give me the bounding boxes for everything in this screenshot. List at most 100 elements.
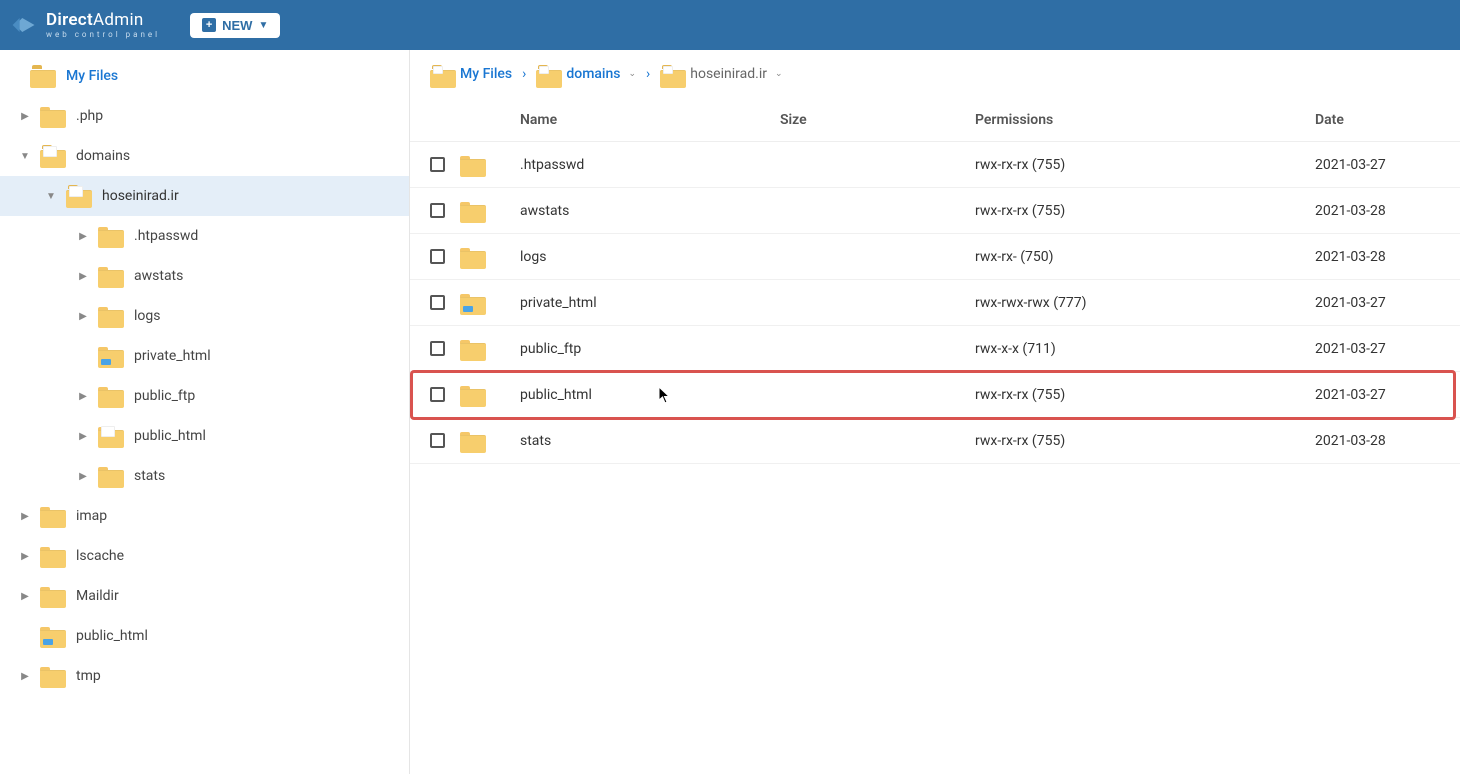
chevron-right-icon[interactable]: ▶ [20, 551, 30, 562]
tree-item--php[interactable]: ▶.php [0, 96, 409, 136]
cell-date: 2021-03-28 [1315, 433, 1440, 449]
file-row-logs[interactable]: logsrwx-rx- (750)2021-03-28 [410, 234, 1460, 280]
cell-date: 2021-03-27 [1315, 341, 1440, 357]
file-row-public-html[interactable]: public_html rwx-rx-rx (755)2021-03-27 [410, 372, 1460, 418]
folder-icon [460, 430, 486, 452]
col-date-header[interactable]: Date [1315, 112, 1440, 128]
new-button[interactable]: + NEW ▼ [190, 13, 280, 38]
folder-icon [98, 225, 124, 247]
breadcrumb-label: hoseinirad.ir [690, 66, 767, 82]
cell-name: private_html [520, 295, 780, 311]
brand-logo[interactable]: DirectAdmin web control panel [10, 11, 160, 39]
brand-primary: Direct [46, 10, 93, 30]
row-checkbox[interactable] [430, 387, 445, 402]
tree-item-label: public_ftp [134, 388, 195, 404]
chevron-right-icon[interactable]: ▶ [20, 111, 30, 122]
folder-icon [460, 154, 486, 176]
app-header: DirectAdmin web control panel + NEW ▼ [0, 0, 1460, 50]
tree-item-public-ftp[interactable]: ▶ public_ftp [0, 376, 409, 416]
file-row-awstats[interactable]: awstatsrwx-rx-rx (755)2021-03-28 [410, 188, 1460, 234]
main-layout: My Files ▶.php▼domains▼hoseinirad.ir▶.ht… [0, 50, 1460, 774]
row-checkbox[interactable] [430, 341, 445, 356]
folder-icon [40, 625, 66, 647]
tree-item-label: .htpasswd [134, 228, 198, 244]
tree-item-public-html[interactable]: public_html [0, 616, 409, 656]
file-row-public-ftp[interactable]: public_ftprwx-x-x (711)2021-03-27 [410, 326, 1460, 372]
tree-item-lscache[interactable]: ▶ lscache [0, 536, 409, 576]
cell-name: .htpasswd [520, 157, 780, 173]
chevron-right-icon: › [522, 66, 526, 82]
chevron-down-icon[interactable]: ▼ [20, 151, 30, 162]
cell-date: 2021-03-28 [1315, 203, 1440, 219]
cell-permissions: rwx-x-x (711) [975, 341, 1315, 357]
folder-icon [98, 425, 124, 447]
tree-item--htpasswd[interactable]: ▶ .htpasswd [0, 216, 409, 256]
tree-item-domains[interactable]: ▼domains [0, 136, 409, 176]
tree-item-hoseinirad-ir[interactable]: ▼ hoseinirad.ir [0, 176, 409, 216]
folder-icon [40, 145, 66, 167]
tree-item-label: public_html [76, 628, 148, 644]
chevron-right-icon[interactable]: ▶ [78, 431, 88, 442]
chevron-right-icon[interactable]: ▶ [78, 271, 88, 282]
file-row-private-html[interactable]: private_htmlrwx-rwx-rwx (777)2021-03-27 [410, 280, 1460, 326]
tree-item-private-html[interactable]: private_html [0, 336, 409, 376]
breadcrumb-item-hoseinirad-ir[interactable]: hoseinirad.ir ⌄ [660, 65, 782, 83]
cell-name: public_html [520, 387, 780, 403]
col-permissions-header[interactable]: Permissions [975, 112, 1315, 128]
folder-icon [460, 338, 486, 360]
folder-icon [98, 385, 124, 407]
folder-icon [460, 246, 486, 268]
row-checkbox[interactable] [430, 249, 445, 264]
file-row--htpasswd[interactable]: .htpasswdrwx-rx-rx (755)2021-03-27 [410, 142, 1460, 188]
brand-text: DirectAdmin web control panel [46, 12, 160, 39]
chevron-right-icon[interactable]: ▶ [20, 671, 30, 682]
chevron-right-icon[interactable]: ▶ [20, 591, 30, 602]
cell-permissions: rwx-rx-rx (755) [975, 387, 1315, 403]
tree-item-maildir[interactable]: ▶Maildir [0, 576, 409, 616]
breadcrumb-label: My Files [460, 66, 512, 82]
chevron-down-icon: ▼ [258, 20, 268, 31]
new-button-label: NEW [222, 18, 252, 33]
folder-icon [66, 185, 92, 207]
cell-permissions: rwx-rx-rx (755) [975, 157, 1315, 173]
folder-icon [98, 465, 124, 487]
row-checkbox[interactable] [430, 157, 445, 172]
cell-date: 2021-03-27 [1315, 387, 1440, 403]
row-checkbox[interactable] [430, 295, 445, 310]
folder-open-icon [660, 65, 682, 83]
folder-icon [40, 505, 66, 527]
tree-item-awstats[interactable]: ▶ awstats [0, 256, 409, 296]
tree-item-label: hoseinirad.ir [102, 188, 179, 204]
chevron-down-icon[interactable]: ⌄ [775, 69, 783, 79]
content-area: My Files›domains⌄›hoseinirad.ir⌄ Name Si… [410, 50, 1460, 774]
tree-item-tmp[interactable]: ▶tmp [0, 656, 409, 696]
tree-item-public-html[interactable]: ▶public_html [0, 416, 409, 456]
row-checkbox[interactable] [430, 433, 445, 448]
breadcrumb-item-my-files[interactable]: My Files [430, 65, 512, 83]
tree-item-label: awstats [134, 268, 183, 284]
tree-item-stats[interactable]: ▶stats [0, 456, 409, 496]
chevron-right-icon[interactable]: ▶ [78, 311, 88, 322]
folder-open-icon [30, 65, 56, 87]
cell-permissions: rwx-rx-rx (755) [975, 203, 1315, 219]
col-size-header[interactable]: Size [780, 112, 975, 128]
cell-name: logs [520, 249, 780, 265]
breadcrumb-item-domains[interactable]: domains⌄ [536, 65, 636, 83]
breadcrumb: My Files›domains⌄›hoseinirad.ir⌄ [410, 50, 1460, 98]
tree-item-label: lscache [76, 548, 124, 564]
chevron-right-icon[interactable]: ▶ [20, 511, 30, 522]
tree-root[interactable]: My Files [0, 56, 409, 96]
file-row-stats[interactable]: statsrwx-rx-rx (755)2021-03-28 [410, 418, 1460, 464]
col-name-header[interactable]: Name [520, 112, 780, 128]
tree-item-imap[interactable]: ▶imap [0, 496, 409, 536]
row-checkbox[interactable] [430, 203, 445, 218]
chevron-right-icon[interactable]: ▶ [78, 231, 88, 242]
sidebar-tree: My Files ▶.php▼domains▼hoseinirad.ir▶.ht… [0, 50, 410, 774]
chevron-right-icon[interactable]: ▶ [78, 391, 88, 402]
tree-item-logs[interactable]: ▶logs [0, 296, 409, 336]
chevron-right-icon[interactable]: ▶ [78, 471, 88, 482]
chevron-down-icon[interactable]: ▼ [46, 191, 56, 202]
folder-icon [98, 265, 124, 287]
cell-date: 2021-03-27 [1315, 295, 1440, 311]
chevron-down-icon[interactable]: ⌄ [629, 69, 637, 79]
